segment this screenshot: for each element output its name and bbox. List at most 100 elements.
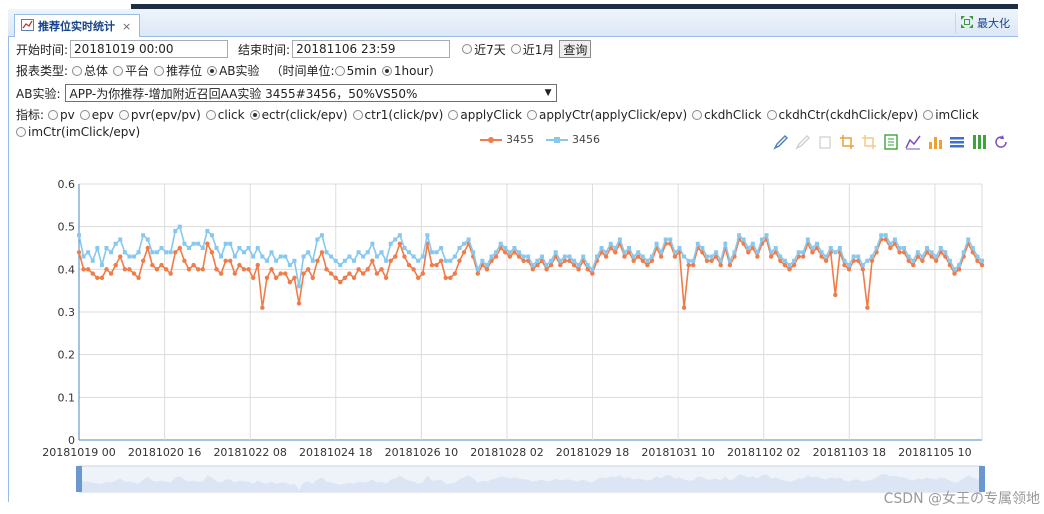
data-point-3456 (723, 241, 728, 246)
report-type-platform[interactable]: 平台 (113, 62, 149, 79)
report-type-total-radio[interactable] (72, 65, 83, 76)
metric-ctr1[interactable]: ctr1(click/pv) (352, 107, 444, 122)
metric-pv-radio[interactable] (48, 109, 59, 120)
tiled-icon[interactable] (970, 133, 987, 150)
data-point-3456 (361, 254, 366, 259)
restore-icon[interactable] (992, 133, 1009, 150)
data-point-3455 (269, 267, 274, 272)
metric-im-click[interactable]: imClick (923, 108, 979, 122)
data-point-3456 (209, 233, 214, 238)
data-point-3455 (535, 262, 540, 268)
data-point-3455 (260, 305, 265, 310)
data-point-3455 (81, 267, 86, 272)
start-time-input[interactable]: 20181019 00:00 (70, 40, 229, 58)
range-1month-radio[interactable] (510, 44, 521, 54)
data-point-3455 (200, 267, 205, 272)
metric-ectr[interactable]: ectr(click/epv) (249, 108, 348, 122)
tab-close-button[interactable]: × (122, 20, 131, 33)
range-7days-option[interactable]: 近7天 (462, 41, 506, 58)
report-type-total[interactable]: 总体 (72, 62, 108, 79)
x-tick-label: 20181020 16 (128, 446, 201, 459)
report-type-platform-radio[interactable] (113, 65, 124, 76)
metric-ckdh-ctr-radio[interactable] (766, 109, 777, 120)
line-chart-icon[interactable] (904, 133, 921, 150)
data-point-3456 (388, 241, 393, 246)
zoom-handle-left[interactable] (76, 466, 82, 492)
mark-undo-icon[interactable] (794, 133, 811, 150)
data-point-3455 (76, 250, 82, 255)
metric-ctr1-radio[interactable] (352, 109, 363, 120)
metric-click[interactable]: click (205, 108, 245, 122)
data-point-3455 (351, 275, 357, 281)
bar-chart-icon[interactable] (926, 133, 943, 150)
metric-ckdh-ctr[interactable]: ckdhCtr(ckdhClick/epv) (766, 108, 918, 122)
unit-1hour[interactable]: 1hour (381, 64, 429, 78)
metric-apply-ctr[interactable]: applyCtr(applyClick/epv) (526, 107, 688, 122)
data-point-3455 (709, 258, 714, 263)
metric-im-ctr-radio[interactable] (16, 127, 26, 137)
data-point-3455 (292, 275, 297, 281)
data-point-3455 (338, 279, 343, 285)
unit-5min[interactable]: 5min (334, 64, 377, 78)
data-point-3456 (947, 258, 952, 263)
metric-pvr[interactable]: pvr(epv/pv) (118, 108, 201, 122)
report-type-slot[interactable]: 推荐位 (154, 62, 202, 79)
data-view-icon[interactable] (882, 133, 899, 150)
data-point-3455 (475, 271, 480, 276)
metric-ckdh-click-radio[interactable] (692, 109, 703, 120)
stack-icon[interactable] (948, 133, 965, 150)
mark-clear-icon[interactable] (816, 133, 833, 150)
metric-epv[interactable]: epv (79, 108, 114, 122)
zoom-reset-icon[interactable] (860, 133, 877, 150)
legend-item-3455[interactable]: 3455 (480, 133, 534, 146)
data-point-3455 (888, 245, 893, 251)
range-1month-option[interactable]: 近1月 (510, 41, 554, 58)
mark-pen-icon[interactable] (772, 133, 789, 150)
metric-ectr-radio[interactable] (249, 109, 260, 120)
range-7days-radio[interactable] (462, 44, 473, 54)
end-time-input[interactable]: 20181106 23:59 (292, 40, 451, 58)
metric-apply-ctr-label: applyCtr(applyClick/epv) (538, 107, 688, 122)
query-button[interactable]: 查询 (559, 40, 592, 58)
metric-epv-radio[interactable] (79, 109, 90, 120)
metric-im-ctr[interactable]: imCtr(imClick/epv) (16, 125, 140, 139)
metric-im-click-radio[interactable] (923, 109, 934, 120)
report-type-ab[interactable]: AB实验 (207, 62, 260, 79)
tab-realtime-stats[interactable]: 推荐位实时统计 × (14, 14, 141, 37)
legend-item-3456[interactable]: 3456 (546, 133, 600, 146)
data-point-3456 (237, 246, 242, 250)
data-point-3455 (860, 267, 866, 272)
maximize-button[interactable]: 最大化 (955, 13, 1014, 33)
data-point-3455 (383, 275, 389, 281)
metric-apply-click[interactable]: applyClick (448, 108, 522, 122)
data-point-3455 (544, 267, 549, 272)
data-point-3456 (691, 258, 696, 263)
data-point-3455 (283, 271, 288, 276)
data-point-3456 (434, 250, 439, 255)
data-point-3456 (879, 233, 884, 238)
data-point-3455 (118, 254, 123, 259)
data-point-3456 (934, 254, 939, 259)
metric-apply-click-radio[interactable] (448, 109, 459, 120)
zoom-icon[interactable] (838, 133, 855, 150)
data-point-3455 (686, 262, 691, 268)
data-point-3455 (393, 254, 398, 259)
report-type-slot-radio[interactable] (154, 65, 165, 76)
data-point-3455 (241, 267, 247, 272)
data-point-3456 (920, 254, 925, 259)
report-type-ab-radio[interactable] (207, 65, 218, 76)
end-time-label: 结束时间: (238, 42, 291, 57)
metric-click-radio[interactable] (205, 109, 216, 120)
ab-experiment-select[interactable]: APP-为你推荐-增加附近召回AA实验 3455#3456，50%VS50% ▼ (64, 84, 557, 102)
metric-ctr1-label: ctr1(click/pv) (364, 107, 444, 122)
data-point-3455 (136, 275, 141, 281)
unit-5min-radio[interactable] (334, 65, 345, 76)
metric-pv[interactable]: pv (48, 108, 75, 122)
metric-apply-ctr-radio[interactable] (526, 109, 537, 120)
y-tick-label: 0.4 (58, 263, 76, 276)
metric-pvr-radio[interactable] (118, 109, 129, 120)
data-point-3456 (113, 241, 118, 246)
data-point-3456 (938, 246, 943, 250)
unit-1hour-radio[interactable] (381, 65, 392, 76)
metric-ckdh-click[interactable]: ckdhClick (692, 108, 762, 122)
